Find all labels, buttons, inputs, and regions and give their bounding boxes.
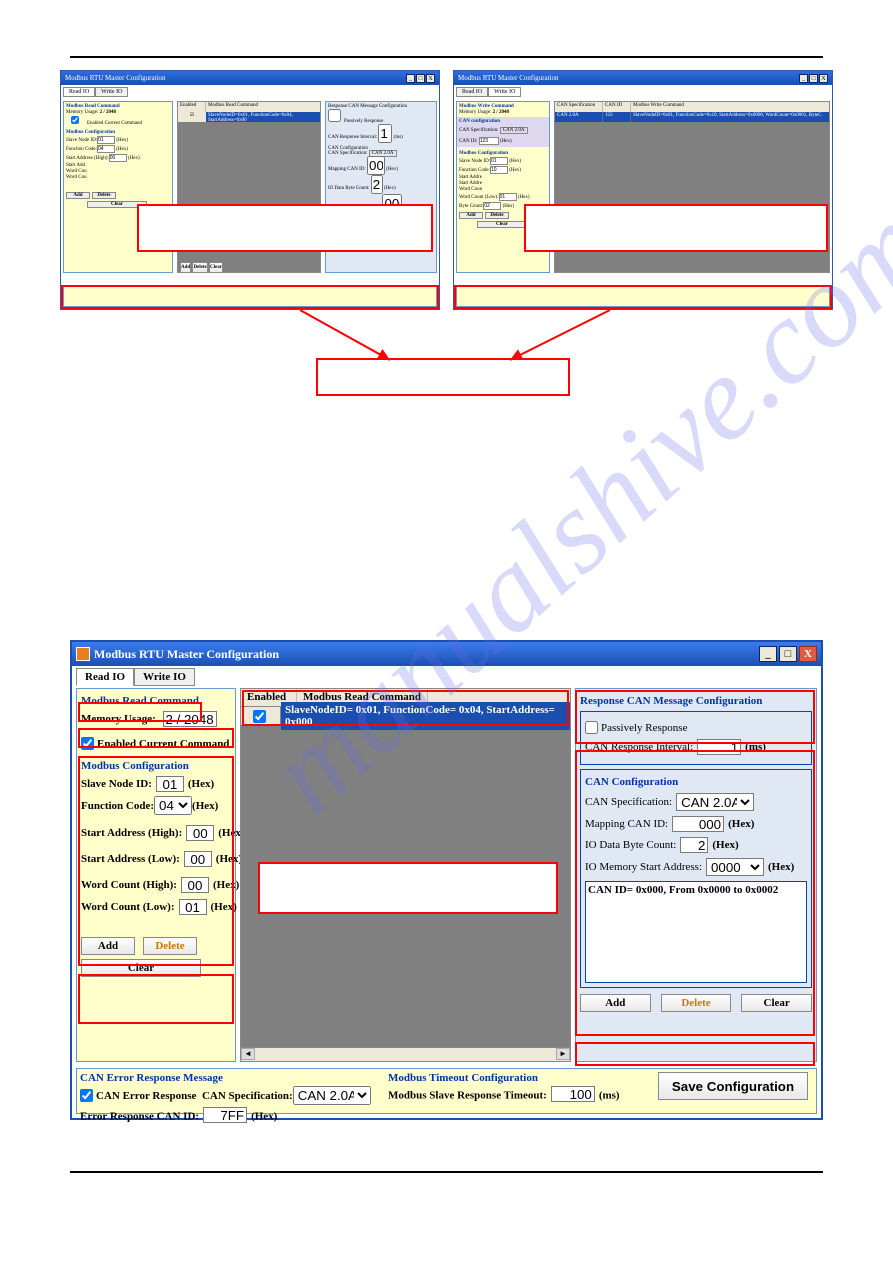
thumbnail-row: Modbus RTU Master Configuration _□X Read… (60, 70, 833, 310)
can-response-interval-input[interactable] (697, 739, 741, 755)
titlebar: Modbus RTU Master Configuration _ □ X (72, 642, 821, 666)
grid-row[interactable]: SlaveNodeID= 0x01, FunctionCode= 0x04, S… (241, 707, 570, 725)
row-enable-checkbox[interactable] (253, 710, 266, 723)
modbus-read-panel: Modbus Read Command Memory Usage: Enable… (76, 688, 236, 1062)
thumb-left-callout-box (137, 204, 433, 252)
thumb-left-titlebar: Modbus RTU Master Configuration _□X (61, 71, 439, 85)
function-code-select[interactable]: 04 (154, 796, 192, 815)
start-addr-low-input[interactable] (184, 851, 212, 867)
right-clear-button[interactable]: Clear (741, 994, 812, 1012)
slave-timeout-input[interactable] (551, 1086, 595, 1102)
clear-button[interactable]: Clear (477, 221, 527, 228)
thumb-right-window: Modbus RTU Master Configuration _□X Read… (453, 70, 833, 310)
delete-button[interactable]: Delete (143, 937, 197, 955)
right-delete-button[interactable]: Delete (661, 994, 732, 1012)
func-code-input[interactable] (97, 145, 115, 153)
response-can-title: Response CAN Message Configuration (580, 695, 812, 707)
response-can-panel: Response CAN Message Configuration Passi… (575, 688, 817, 1062)
modbus-timeout-title: Modbus Timeout Configuration (388, 1072, 653, 1084)
center-white-callout (258, 862, 558, 914)
can-error-title: CAN Error Response Message (80, 1072, 380, 1084)
thumb-left-window: Modbus RTU Master Configuration _□X Read… (60, 70, 440, 310)
scroll-left-icon[interactable]: ◄ (241, 1048, 255, 1060)
io-data-byte-count-input[interactable] (680, 837, 708, 853)
word-count-low-input[interactable] (179, 899, 207, 915)
main-window: Modbus RTU Master Configuration _ □ X Re… (70, 640, 823, 1120)
start-addr-high-input[interactable] (186, 825, 214, 841)
min-icon[interactable]: _ (406, 74, 415, 83)
main-tabs: Read IOWrite IO (76, 668, 195, 686)
close-button[interactable]: X (799, 646, 817, 662)
clear-button[interactable]: Clear (81, 959, 201, 977)
max-icon[interactable]: □ (809, 74, 818, 83)
enable-current-label: Enabled Current Command (97, 738, 229, 750)
tab-read-io[interactable]: Read IO (456, 87, 488, 97)
min-icon[interactable]: _ (799, 74, 808, 83)
callout-arrows (0, 300, 893, 420)
thumb-left-tabs: Read IOWrite IO (63, 87, 128, 97)
memory-usage-label: Memory Usage: (81, 713, 156, 725)
scroll-right-icon[interactable]: ► (556, 1048, 570, 1060)
close-icon[interactable]: X (819, 74, 828, 83)
tab-write-io[interactable]: Write IO (95, 87, 128, 97)
add-button[interactable]: Add (81, 937, 135, 955)
thumb-right-callout-box (524, 204, 828, 252)
enable-cmd-checkbox[interactable] (66, 116, 84, 124)
save-configuration-button[interactable]: Save Configuration (658, 1072, 808, 1100)
can-config-title: CAN Configuration (585, 776, 807, 788)
tab-write-io[interactable]: Write IO (134, 668, 195, 686)
divider-top (70, 56, 823, 58)
start-high-input[interactable] (109, 154, 127, 162)
window-title: Modbus RTU Master Configuration (94, 647, 279, 662)
tab-write-io[interactable]: Write IO (488, 87, 521, 97)
bottom-panel: CAN Error Response Message CAN Error Res… (76, 1068, 817, 1114)
modbus-config-title: Modbus Configuration (81, 760, 231, 772)
mapping-can-id-input[interactable] (672, 816, 724, 832)
tab-read-io[interactable]: Read IO (76, 668, 134, 686)
tab-read-io[interactable]: Read IO (63, 87, 95, 97)
minimize-button[interactable]: _ (759, 646, 777, 662)
add-button[interactable]: Add (66, 192, 90, 199)
can-info-box: CAN ID= 0x000, From 0x0000 to 0x0002 (585, 881, 807, 983)
slave-node-input[interactable] (97, 136, 115, 144)
thumb-right-titlebar: Modbus RTU Master Configuration _□X (454, 71, 832, 85)
can-spec-select[interactable]: CAN 2.0A (676, 793, 754, 811)
slave-node-id-input[interactable] (156, 776, 184, 792)
memory-usage-value (163, 711, 217, 727)
delete-button[interactable]: Delete (92, 192, 116, 199)
row-command-value: SlaveNodeID= 0x01, FunctionCode= 0x04, S… (281, 702, 570, 730)
error-response-can-id-input[interactable] (203, 1107, 247, 1123)
divider-bottom (70, 1171, 823, 1173)
can-error-response-checkbox[interactable] (80, 1089, 93, 1102)
enable-current-command-checkbox[interactable] (81, 737, 94, 750)
right-add-button[interactable]: Add (580, 994, 651, 1012)
max-icon[interactable]: □ (416, 74, 425, 83)
bottom-can-spec-select[interactable]: CAN 2.0A (293, 1086, 371, 1105)
app-icon (76, 647, 90, 661)
close-icon[interactable]: X (426, 74, 435, 83)
delete-button[interactable]: Delete (485, 212, 509, 219)
add-button[interactable]: Add (459, 212, 483, 219)
maximize-button[interactable]: □ (779, 646, 797, 662)
thumb-right-tabs: Read IOWrite IO (456, 87, 521, 97)
io-memory-start-select[interactable]: 0000 (706, 858, 764, 876)
word-count-high-input[interactable] (181, 877, 209, 893)
passively-response-checkbox[interactable] (585, 721, 598, 734)
modbus-read-title: Modbus Read Command (81, 695, 231, 707)
